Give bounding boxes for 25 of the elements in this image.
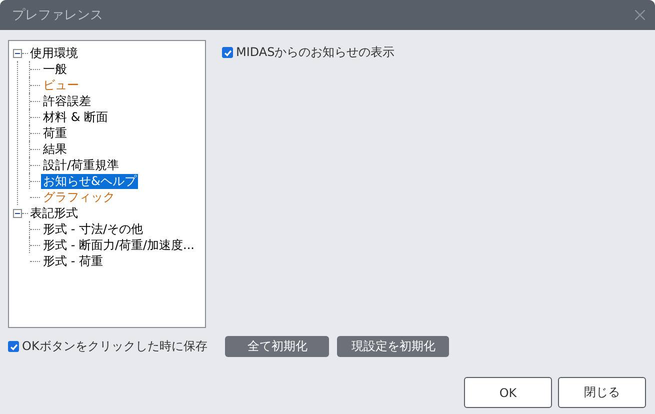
tree-item[interactable]: 結果 [41,142,69,156]
window-title: プレファレンス [12,7,103,24]
tree-item[interactable]: 許容誤差 [41,94,93,108]
tree-item[interactable]: 形式 - 断面力/荷重/加速度... [41,238,196,252]
tree-item[interactable]: 一般 [41,62,69,76]
tree-item[interactable]: 材料 & 断面 [41,110,110,124]
collapse-icon[interactable] [13,208,22,218]
tree-item[interactable]: 設計/荷重規準 [41,158,122,172]
tree-item[interactable]: ビュー [41,78,81,92]
reset-button[interactable]: 全て初期化 [225,336,330,357]
checkbox[interactable] [222,47,233,58]
dialog-button[interactable]: 閉じる [558,377,646,408]
collapse-icon[interactable] [13,48,22,58]
tree-item[interactable]: 荷重 [41,126,69,140]
checkbox-label: MIDASからのお知らせの表示 [236,44,395,61]
tree-item[interactable]: 使用環境 [28,46,80,60]
tree-item[interactable]: 形式 - 荷重 [41,254,105,268]
tree-item[interactable]: お知らせ&ヘルプ [41,174,138,188]
reset-button[interactable]: 現設定を初期化 [337,336,450,357]
tree-item[interactable]: 表記形式 [28,206,80,220]
tree-item[interactable]: 形式 - 寸法/その他 [41,222,146,236]
checkbox-label: OKボタンをクリックした時に保存 [22,338,208,355]
checkbox[interactable] [8,341,19,352]
dialog-button[interactable]: OK [464,377,552,408]
tree-item[interactable]: グラフィック [41,190,117,204]
